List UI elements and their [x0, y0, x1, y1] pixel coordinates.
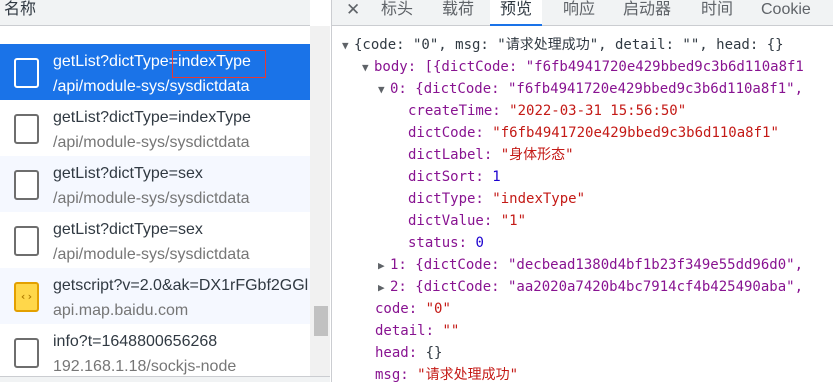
expanded-triangle-icon[interactable]: ▼	[378, 79, 390, 101]
json-prop-dictCode: dictCode: "f6fb4941720e429bbed9c3b6d110a…	[408, 122, 779, 144]
scrollbar-thumb[interactable]	[314, 306, 328, 336]
expanded-triangle-icon[interactable]: ▼	[342, 35, 354, 57]
document-icon	[14, 58, 39, 88]
json-body-line[interactable]: ▼ body: [{dictCode: "f6fb4941720e429bbed9…	[362, 56, 804, 78]
collapsed-triangle-icon[interactable]: ▶	[378, 255, 390, 277]
json-value: ""	[442, 323, 460, 339]
request-row[interactable]: ‹› getscript?v=2.0&ak=DX1rFGbf2GGl api.m…	[0, 268, 310, 324]
json-value: "请求处理成功"	[417, 367, 519, 382]
detail-panel: ✕ 标头 载荷 预览 响应 启动器 时间 Cookie ▼ {code: "0",…	[331, 0, 833, 382]
document-icon	[14, 170, 39, 200]
request-path: 192.168.1.18/sockjs-node	[53, 358, 237, 375]
script-icon: ‹›	[14, 282, 39, 312]
json-key: msg:	[375, 367, 409, 382]
json-value: "身体形态"	[500, 147, 574, 163]
json-key: dictLabel:	[408, 147, 493, 163]
tab-preview[interactable]: 预览	[490, 0, 543, 26]
json-value: "2022-03-31 15:56:50"	[509, 103, 687, 119]
json-prop-head: head: {}	[375, 342, 442, 364]
request-name: getList?dictType=sex	[53, 165, 203, 182]
name-column-header[interactable]: 名称	[0, 0, 310, 26]
request-path: /api/module-sys/sysdictdata	[53, 78, 250, 95]
request-name: info?t=1648800656268	[53, 333, 218, 350]
request-name: getList?dictType=sex	[53, 221, 203, 238]
json-prop-msg: msg: "请求处理成功"	[375, 364, 518, 382]
detail-tabs: ✕ 标头 载荷 预览 响应 启动器 时间 Cookie	[332, 0, 833, 26]
request-list-scrollbar[interactable]	[310, 26, 330, 382]
json-key: head:	[375, 345, 418, 361]
request-row[interactable]: getList?dictType=sex /api/module-sys/sys…	[0, 156, 310, 212]
request-row[interactable]: getList?dictType=sex /api/module-sys/sys…	[0, 212, 310, 268]
json-root-line[interactable]: ▼ {code: "0", msg: "请求处理成功", detail: "", …	[342, 34, 784, 56]
json-key: dictValue:	[408, 213, 493, 229]
json-value: "f6fb4941720e429bbed9c3b6d110a8f1"	[492, 125, 779, 141]
request-path: /api/module-sys/sysdictdata	[53, 134, 250, 151]
json-root-summary: {code: "0", msg: "请求处理成功", detail: "", h…	[354, 37, 784, 53]
json-key: dictSort:	[408, 169, 484, 185]
collapsed-triangle-icon[interactable]: ▶	[378, 277, 390, 299]
json-prop-code: code: "0"	[375, 298, 451, 320]
request-row[interactable]: getList?dictType=indexType /api/module-s…	[0, 44, 310, 100]
json-prop-status: status: 0	[408, 232, 484, 254]
request-row[interactable]: info?t=1648800656268 192.168.1.18/sockjs…	[0, 324, 310, 380]
json-value: {}	[425, 345, 443, 361]
json-item-2-line[interactable]: ▶ 2: {dictCode: "aa2020a7420b4bc7914cf4b4…	[378, 276, 803, 298]
json-key: dictType:	[408, 191, 484, 207]
expanded-triangle-icon[interactable]: ▼	[362, 57, 374, 79]
tab-response[interactable]: 响应	[563, 0, 595, 20]
document-icon	[14, 114, 39, 144]
json-value: 0	[475, 235, 484, 251]
request-name: getscript?v=2.0&ak=DX1rFGbf2GGl	[53, 277, 309, 294]
request-path: api.map.baidu.com	[53, 302, 189, 319]
document-icon	[14, 226, 39, 256]
tab-headers[interactable]: 标头	[381, 0, 413, 20]
json-item-1-summary: 1: {dictCode: "decbead1380d4bf1b23f349e5…	[390, 257, 804, 273]
tab-payload[interactable]: 载荷	[442, 0, 474, 20]
close-icon[interactable]: ✕	[346, 0, 360, 20]
highlight-box	[172, 50, 266, 78]
json-item-1-line[interactable]: ▶ 1: {dictCode: "decbead1380d4bf1b23f349e…	[378, 254, 803, 276]
status-bar	[0, 376, 330, 382]
request-name: getList?dictType=indexType	[53, 109, 251, 126]
request-path: /api/module-sys/sysdictdata	[53, 190, 250, 207]
json-prop-dictSort: dictSort: 1	[408, 166, 501, 188]
json-body-summary: body: [{dictCode: "f6fb4941720e429bbed9c…	[374, 59, 804, 75]
document-icon	[14, 338, 39, 368]
json-item-2-summary: 2: {dictCode: "aa2020a7420b4bc7914cf4b42…	[390, 279, 804, 295]
json-item-0-line[interactable]: ▼ 0: {dictCode: "f6fb4941720e429bbed9c3b6…	[378, 78, 803, 100]
json-key: code:	[375, 301, 418, 317]
json-prop-createTime: createTime: "2022-03-31 15:56:50"	[408, 100, 686, 122]
json-value: 1	[492, 169, 501, 185]
tab-cookies[interactable]: Cookie	[761, 0, 811, 20]
tab-initiator[interactable]: 启动器	[623, 0, 671, 20]
json-value: "0"	[425, 301, 451, 317]
json-key: status:	[408, 235, 468, 251]
json-key: createTime:	[408, 103, 501, 119]
json-value: "1"	[500, 213, 527, 229]
request-list-panel: 名称 getList?dictType=indexType /api/modul…	[0, 0, 330, 382]
json-prop-dictLabel: dictLabel: "身体形态"	[408, 144, 574, 166]
request-path: /api/module-sys/sysdictdata	[53, 246, 250, 263]
json-prop-detail: detail: ""	[375, 320, 459, 342]
name-column-label: 名称	[4, 1, 37, 18]
tab-timing[interactable]: 时间	[701, 0, 733, 20]
json-value: "indexType"	[492, 191, 586, 207]
request-row[interactable]: getList?dictType=indexType /api/module-s…	[0, 100, 310, 156]
json-key: detail:	[375, 323, 435, 339]
json-prop-dictType: dictType: "indexType"	[408, 188, 585, 210]
json-prop-dictValue: dictValue: "1"	[408, 210, 526, 232]
json-key: dictCode:	[408, 125, 484, 141]
json-item-0-summary: 0: {dictCode: "f6fb4941720e429bbed9c3b6d…	[390, 81, 804, 97]
